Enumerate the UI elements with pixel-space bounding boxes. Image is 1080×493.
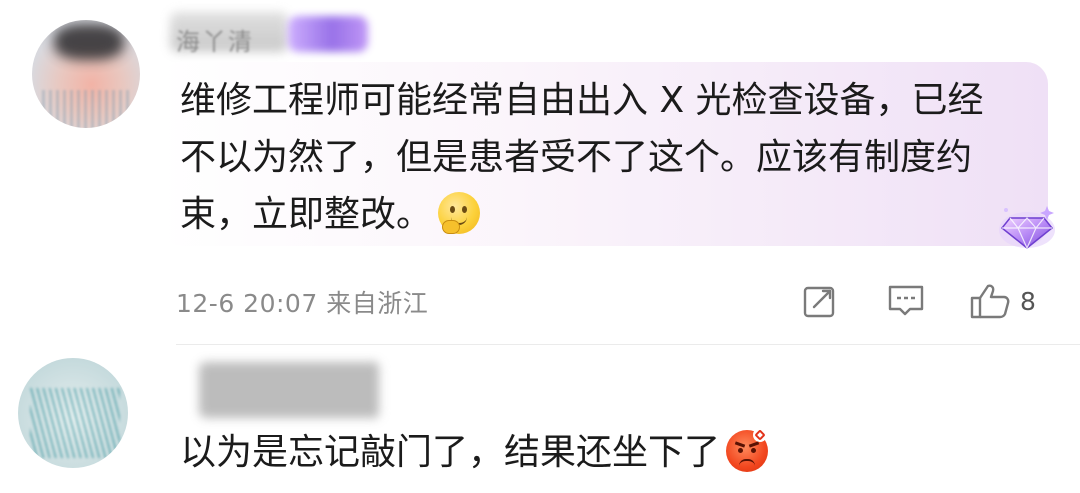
- emoji-eye: [450, 206, 456, 213]
- emoji-brow: [748, 441, 760, 448]
- like-count: 8: [1020, 286, 1036, 316]
- emoji-eye: [462, 206, 468, 213]
- comment-text: 以为是忘记敲门了，结果还坐下了: [180, 428, 769, 478]
- user-level-badge: [288, 16, 368, 52]
- comment-line: 维修工程师可能经常自由出入 X 光检查设备，已经: [180, 80, 984, 121]
- comment-list: 海丫清 维修工程师可能经常自由出入 X 光检查设备，已经 不以为然了，但是患者受…: [0, 0, 1080, 493]
- emoji-eye: [751, 448, 757, 453]
- comment-divider: [176, 344, 1080, 345]
- username[interactable]: [200, 362, 380, 418]
- emoji-mouth: [739, 459, 756, 466]
- comment-meta: 12-6 20:07 来自浙江: [176, 284, 428, 320]
- edit-icon: [803, 286, 835, 318]
- avatar[interactable]: [18, 358, 128, 468]
- comment-line: 束，立即整改。: [180, 194, 433, 235]
- comment-timestamp: 12-6 20:07: [176, 289, 318, 318]
- anger-symbol: [753, 428, 768, 442]
- angry-face-icon: [726, 428, 769, 472]
- comment-line: 以为是忘记敲门了，结果还坐下了: [180, 432, 721, 473]
- emoji-hand: [442, 220, 461, 234]
- gem-badge-icon: [999, 206, 1055, 250]
- comment-line: 不以为然了，但是患者受不了这个。应该有制度约: [180, 137, 973, 178]
- thumbs-up-icon: [970, 284, 1010, 319]
- edit-button[interactable]: [802, 282, 838, 320]
- comment-text: 维修工程师可能经常自由出入 X 光检查设备，已经 不以为然了，但是患者受不了这个…: [180, 72, 1020, 243]
- comment-location: 来自浙江: [326, 289, 429, 318]
- smiling-face-with-hand-over-mouth-icon: [438, 192, 481, 234]
- username[interactable]: 海丫清: [170, 10, 370, 56]
- avatar[interactable]: [32, 20, 140, 128]
- comment-line-last: 束，立即整改。: [180, 186, 1020, 243]
- reply-icon: [888, 285, 924, 316]
- emoji-brow: [734, 441, 746, 448]
- emoji-eye: [738, 448, 744, 453]
- like-button[interactable]: 8: [968, 282, 1036, 320]
- reply-button[interactable]: [886, 282, 926, 320]
- username-text: 海丫清: [176, 28, 254, 56]
